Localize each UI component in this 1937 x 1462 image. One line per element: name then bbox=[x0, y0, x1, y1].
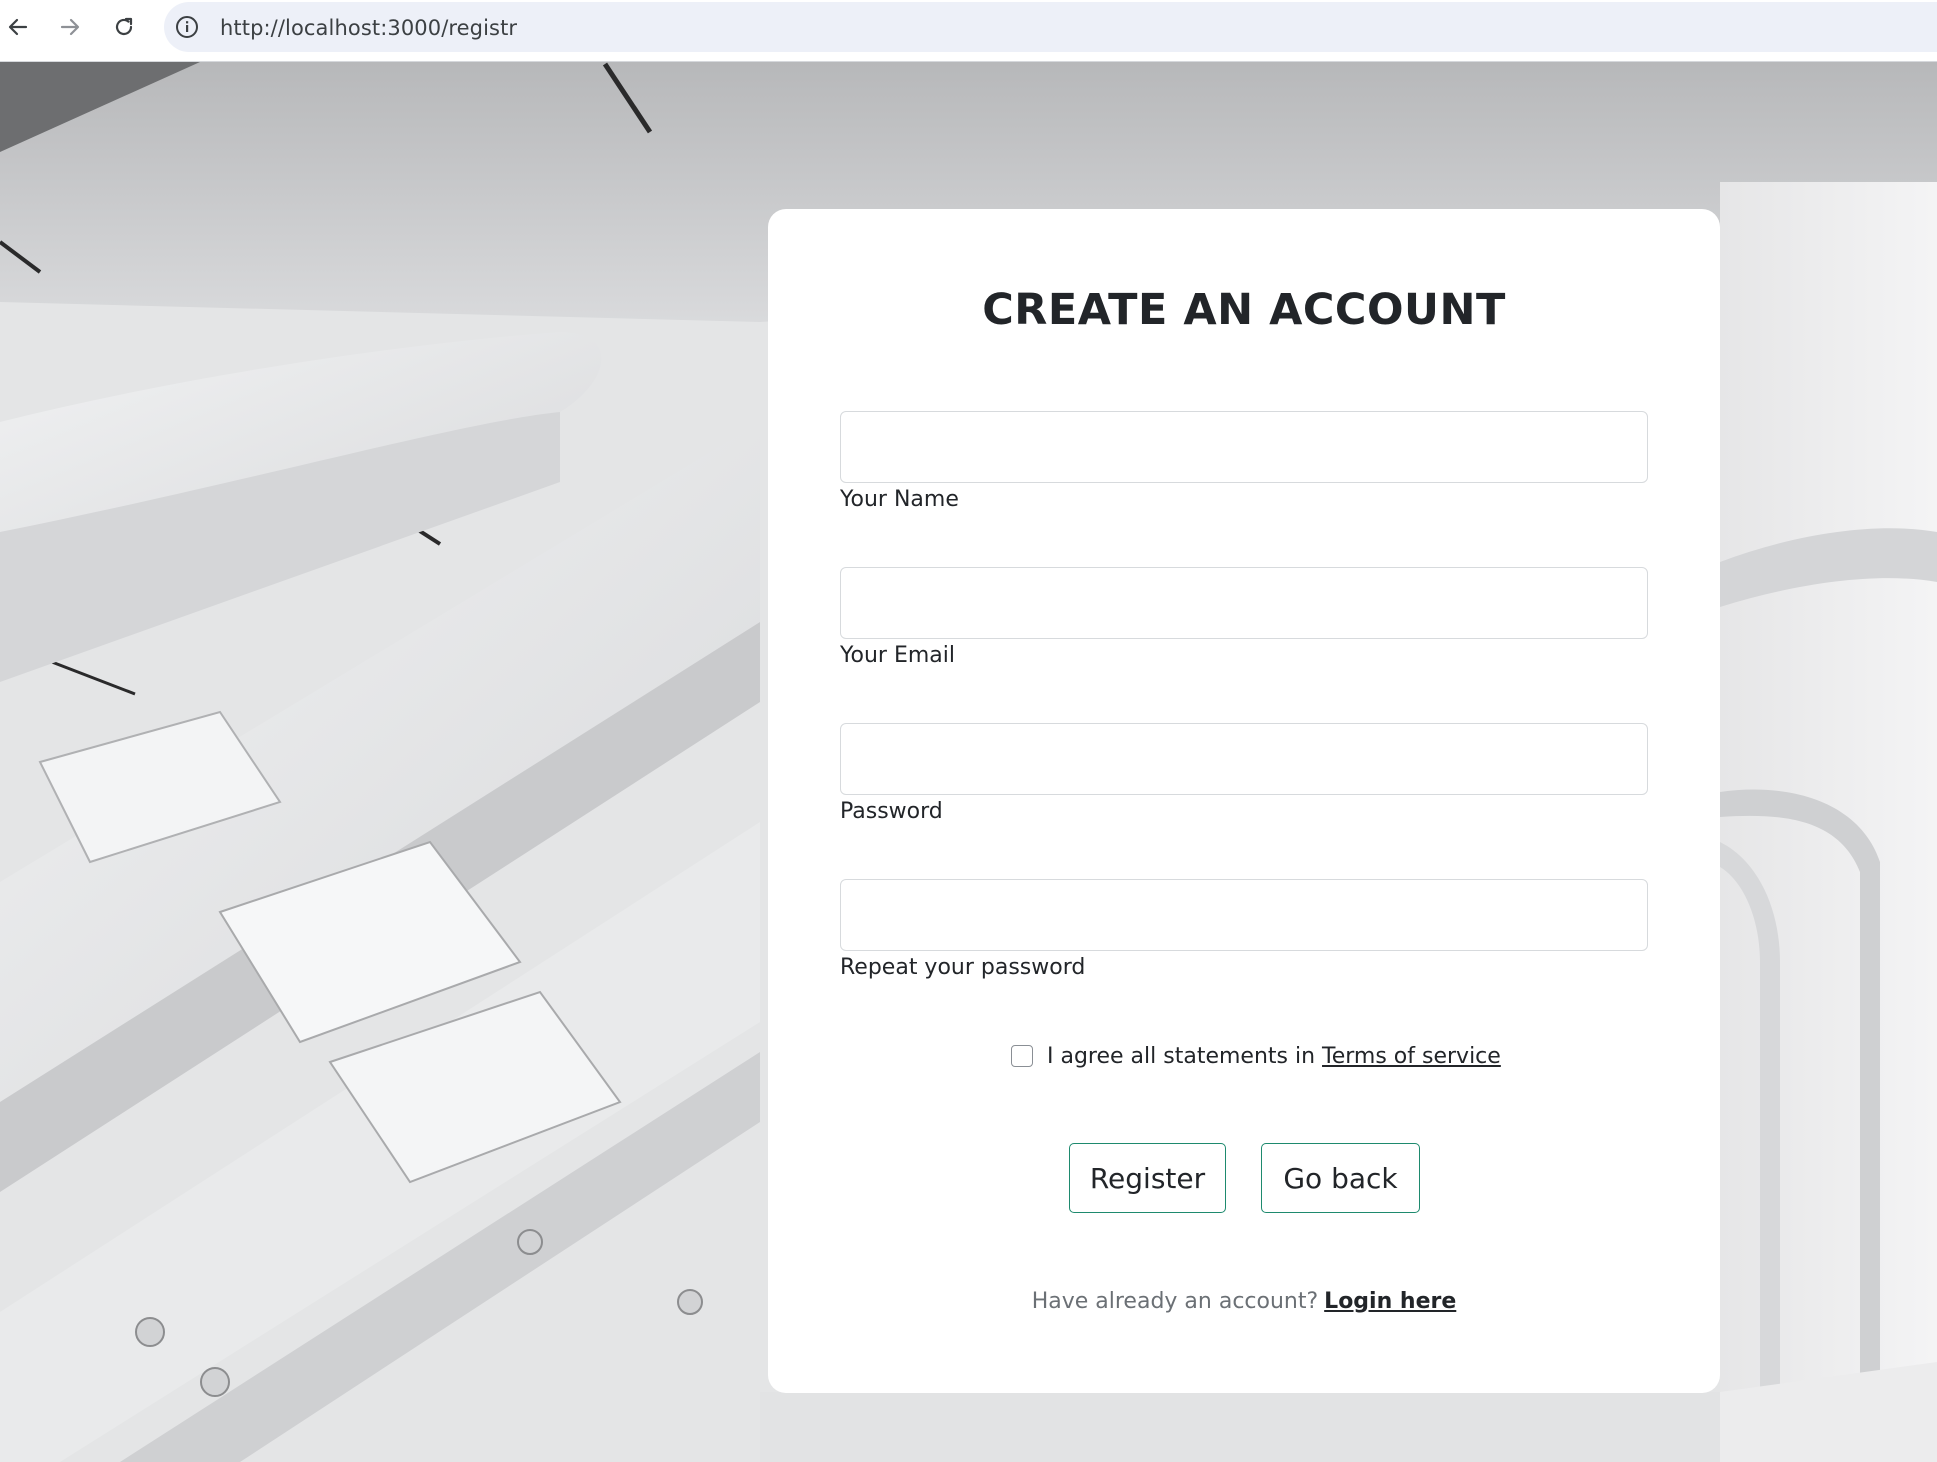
reload-button[interactable] bbox=[106, 12, 142, 42]
name-label: Your Name bbox=[840, 487, 959, 512]
back-button[interactable] bbox=[0, 12, 36, 42]
login-prompt: Have already an account? Login here bbox=[768, 1289, 1720, 1314]
page-title: CREATE AN ACCOUNT bbox=[982, 285, 1506, 335]
email-label: Your Email bbox=[840, 643, 955, 668]
info-icon[interactable] bbox=[174, 14, 200, 40]
forward-button[interactable] bbox=[52, 12, 88, 42]
terms-checkbox[interactable] bbox=[1011, 1045, 1033, 1067]
name-input[interactable] bbox=[840, 411, 1648, 483]
login-here-link[interactable]: Login here bbox=[1324, 1289, 1456, 1314]
password-label: Password bbox=[840, 799, 943, 824]
terms-of-service-link[interactable]: Terms of service bbox=[1322, 1044, 1501, 1069]
email-input[interactable] bbox=[840, 567, 1648, 639]
arrow-left-icon bbox=[8, 18, 28, 36]
terms-text: I agree all statements in bbox=[1047, 1043, 1316, 1069]
address-bar[interactable]: http://localhost:3000/registr bbox=[164, 2, 1937, 52]
arrow-right-icon bbox=[60, 18, 80, 36]
browser-toolbar: http://localhost:3000/registr bbox=[0, 0, 1937, 62]
reload-icon bbox=[115, 17, 133, 36]
login-prompt-text: Have already an account? bbox=[1031, 1289, 1319, 1314]
register-button[interactable]: Register bbox=[1069, 1143, 1226, 1213]
repeat-password-input[interactable] bbox=[840, 879, 1648, 951]
url-text[interactable]: http://localhost:3000/registr bbox=[220, 16, 517, 40]
go-back-button[interactable]: Go back bbox=[1261, 1143, 1420, 1213]
terms-row: I agree all statements in Terms of servi… bbox=[1011, 1041, 1501, 1071]
repeat-password-label: Repeat your password bbox=[840, 955, 1086, 980]
password-input[interactable] bbox=[840, 723, 1648, 795]
register-card: CREATE AN ACCOUNT Your Name Your Email P… bbox=[768, 209, 1720, 1393]
